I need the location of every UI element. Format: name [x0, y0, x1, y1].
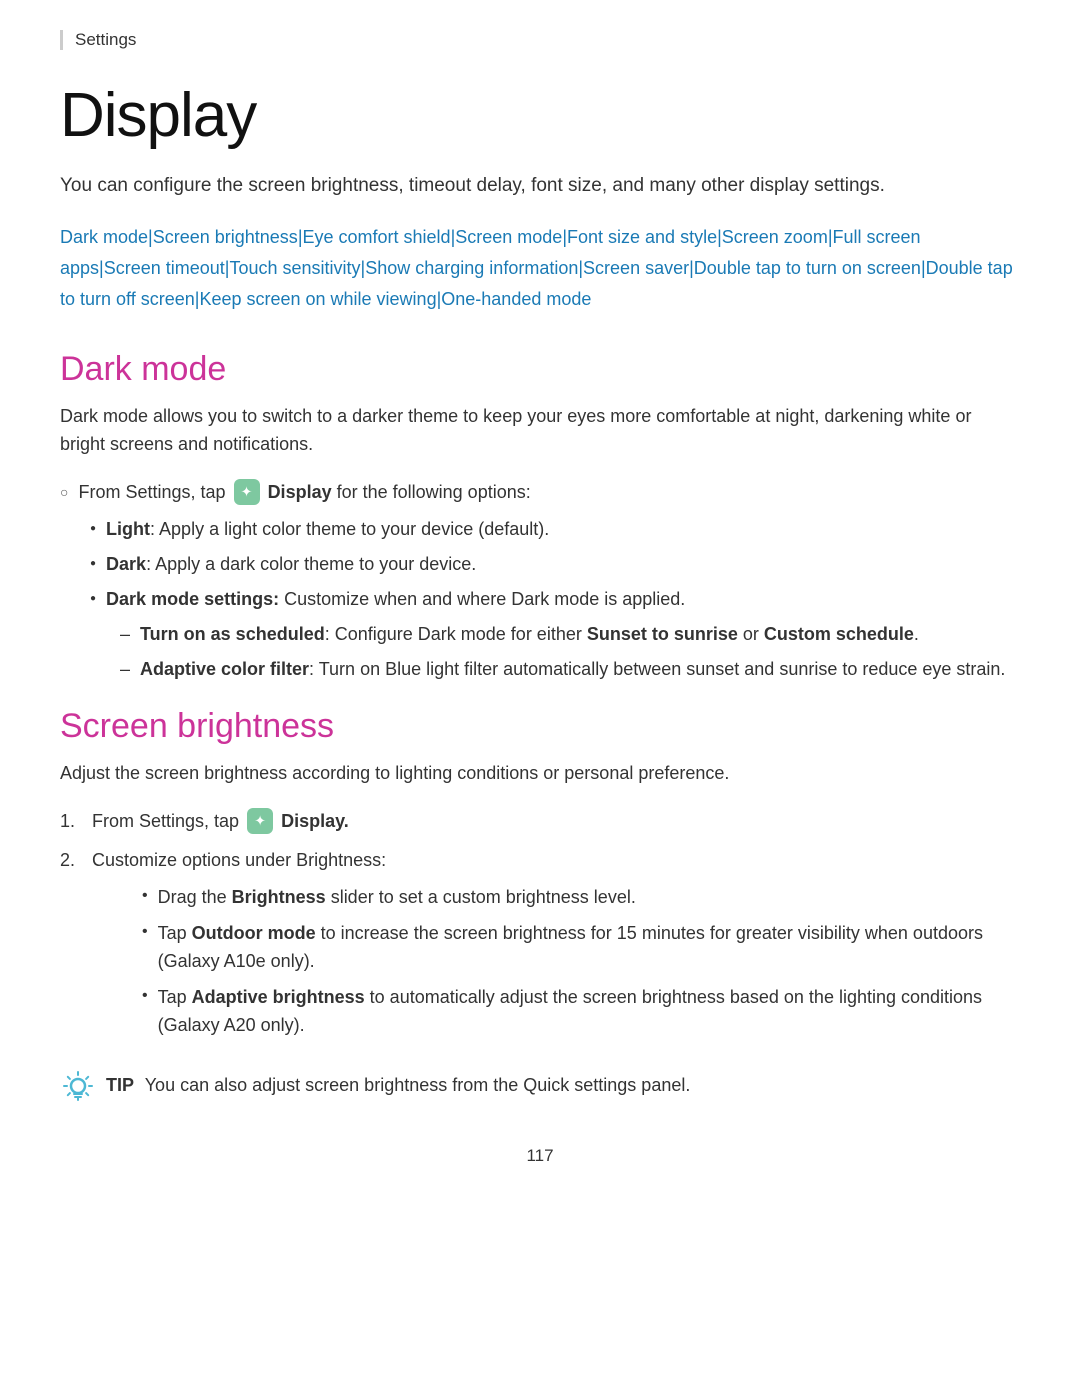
- step-2: 2. Customize options under Brightness: D…: [60, 847, 1020, 1047]
- page-title: Display: [60, 80, 1020, 151]
- screen-brightness-intro: Adjust the screen brightness according t…: [60, 760, 1020, 788]
- toc-link-double-tap-on[interactable]: Double tap to turn on screen: [694, 258, 921, 278]
- toc-link-eye-comfort[interactable]: Eye comfort shield: [303, 227, 451, 247]
- brightness-outdoor: Tap Outdoor mode to increase the screen …: [92, 920, 1020, 976]
- adaptive-color-filter: Adaptive color filter: Turn on Blue ligh…: [60, 656, 1020, 683]
- brightness-adaptive: Tap Adaptive brightness to automatically…: [92, 984, 1020, 1040]
- toc-link-screen-saver[interactable]: Screen saver: [583, 258, 689, 278]
- dark-mode-from-settings: From Settings, tap Display for the follo…: [60, 479, 1020, 506]
- toc-link-screen-timeout[interactable]: Screen timeout: [104, 258, 225, 278]
- step-1: 1. From Settings, tap Display.: [60, 808, 1020, 835]
- intro-paragraph: You can configure the screen brightness,…: [60, 171, 1020, 200]
- toc-link-font-size[interactable]: Font size and style: [567, 227, 717, 247]
- brightness-sub-list: Drag the Brightness slider to set a cust…: [92, 884, 1020, 1039]
- toc-link-screen-mode[interactable]: Screen mode: [455, 227, 562, 247]
- toc-link-screen-brightness[interactable]: Screen brightness: [153, 227, 298, 247]
- toc-link-keep-screen[interactable]: Keep screen on while viewing: [199, 289, 436, 309]
- toc-link-dark-mode[interactable]: Dark mode: [60, 227, 148, 247]
- dark-mode-light: Light: Apply a light color theme to your…: [60, 516, 1020, 543]
- dark-mode-settings: Dark mode settings: Customize when and w…: [60, 586, 1020, 613]
- tip-box: TIP You can also adjust screen brightnes…: [60, 1072, 1020, 1106]
- settings-label-text: Settings: [75, 30, 136, 49]
- display-settings-icon-2: [247, 808, 273, 834]
- toc-link-one-handed[interactable]: One-handed mode: [441, 289, 591, 309]
- dark-mode-dark: Dark: Apply a dark color theme to your d…: [60, 551, 1020, 578]
- page-number: 117: [60, 1146, 1020, 1166]
- turn-on-scheduled: Turn on as scheduled: Configure Dark mod…: [60, 621, 1020, 648]
- display-settings-icon: [234, 479, 260, 505]
- dark-mode-dash-list: Turn on as scheduled: Configure Dark mod…: [60, 621, 1020, 683]
- toc-link-charging-info[interactable]: Show charging information: [365, 258, 578, 278]
- page-container: Settings Display You can configure the s…: [0, 0, 1080, 1397]
- toc-link-screen-zoom[interactable]: Screen zoom: [722, 227, 828, 247]
- brightness-drag: Drag the Brightness slider to set a cust…: [92, 884, 1020, 912]
- settings-breadcrumb: Settings: [60, 30, 1020, 50]
- dark-mode-sub-list: Light: Apply a light color theme to your…: [60, 516, 1020, 613]
- dark-mode-list: From Settings, tap Display for the follo…: [60, 479, 1020, 506]
- screen-brightness-steps: 1. From Settings, tap Display. 2. Custom…: [60, 808, 1020, 1048]
- dark-mode-section-title: Dark mode: [60, 350, 1020, 389]
- dark-mode-intro: Dark mode allows you to switch to a dark…: [60, 403, 1020, 459]
- toc-link-touch-sensitivity[interactable]: Touch sensitivity: [229, 258, 360, 278]
- tip-icon: [60, 1070, 96, 1106]
- screen-brightness-section-title: Screen brightness: [60, 707, 1020, 746]
- toc-links: Dark mode|Screen brightness|Eye comfort …: [60, 222, 1020, 314]
